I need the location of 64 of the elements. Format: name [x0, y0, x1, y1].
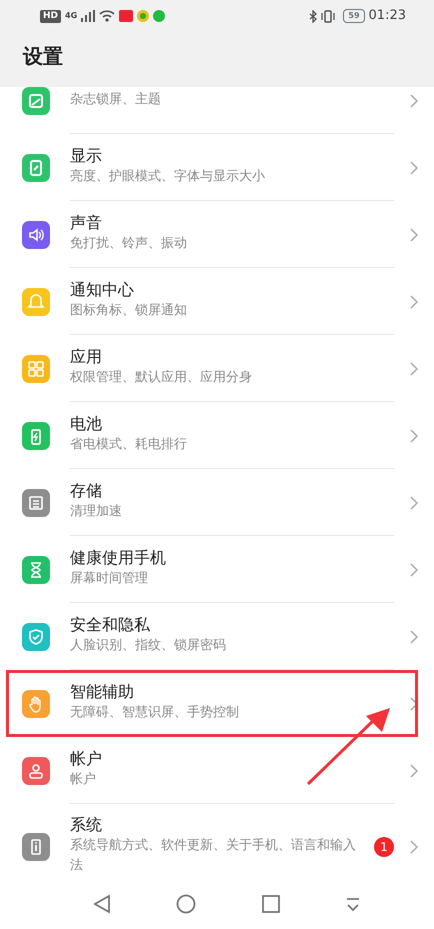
dropdown-icon — [345, 895, 362, 913]
row-title: 健康使用手机 — [70, 548, 167, 569]
battery-indicator: 59 — [343, 9, 365, 23]
row-title: 应用 — [70, 347, 103, 368]
chevron-icon — [410, 228, 418, 242]
settings-row[interactable]: 电池 省电模式、耗电排行 — [0, 402, 434, 469]
hd-label: HD — [40, 10, 62, 22]
settings-row[interactable]: 声音 免打扰、铃声、振动 — [0, 201, 434, 268]
settings-row[interactable]: 存储 清理加速 — [0, 469, 434, 536]
chevron-icon — [410, 630, 418, 644]
settings-row[interactable]: 显示 亮度、护眼模式、字体与显示大小 — [0, 134, 434, 201]
chevron-icon — [410, 362, 418, 376]
row-subtitle: 免打扰、铃声、振动 — [70, 235, 188, 253]
settings-row[interactable]: 安全和隐私 人脸识别、指纹、锁屏密码 — [0, 603, 434, 670]
back-icon — [92, 894, 111, 914]
settings-row[interactable]: 通知中心 图标角标、锁屏通知 — [0, 268, 434, 335]
row-subtitle: 人脸识别、指纹、锁屏密码 — [70, 637, 227, 655]
chevron-icon — [410, 160, 418, 174]
bluetooth-icon — [309, 10, 318, 22]
app-icon — [153, 10, 166, 22]
row-title: 帐户 — [70, 749, 103, 770]
wifi-icon — [99, 10, 116, 22]
chevron-icon — [410, 764, 418, 778]
row-subtitle: 权限管理、默认应用、应用分身 — [70, 369, 253, 387]
row-title: 系统 — [70, 814, 103, 836]
row-title: 安全和隐私 — [70, 615, 151, 636]
home-icon — [176, 894, 196, 914]
row-subtitle: 无障碍、智慧识屏、手势控制 — [70, 704, 240, 722]
row-title: 电池 — [70, 414, 103, 435]
row-title: 声音 — [70, 213, 103, 234]
settings-row[interactable]: 杂志锁屏、主题 — [0, 87, 434, 134]
row-subtitle: 亮度、护眼模式、字体与显示大小 — [70, 168, 266, 186]
row-title: 存储 — [70, 481, 103, 502]
row-subtitle: 系统导航方式、软件更新、关于手机、语言和输入法 — [70, 836, 357, 876]
settings-row[interactable]: 健康使用手机 屏幕时间管理 — [0, 536, 434, 603]
row-title: 通知中心 — [70, 280, 135, 301]
row-subtitle: 帐户 — [70, 771, 97, 789]
settings-row[interactable]: 帐户 帐户 — [0, 737, 434, 804]
app-icon — [137, 10, 150, 22]
chevron-icon — [410, 696, 418, 710]
chevron-icon — [410, 496, 418, 510]
row-subtitle: 屏幕时间管理 — [70, 570, 149, 588]
chevron-icon — [410, 294, 418, 308]
signal-icon — [81, 10, 96, 22]
app-icon — [119, 10, 134, 22]
clock-time: 01:23 — [368, 7, 406, 26]
row-title: 显示 — [70, 146, 103, 167]
page-title: 设置 — [23, 44, 64, 68]
notification-badge: 1 — [374, 836, 394, 856]
vibrate-icon — [321, 10, 336, 22]
settings-row[interactable]: 应用 权限管理、默认应用、应用分身 — [0, 335, 434, 402]
row-title: 智能辅助 — [70, 682, 135, 703]
settings-row[interactable]: 系统 系统导航方式、软件更新、关于手机、语言和输入法 1 — [0, 804, 434, 879]
row-subtitle: 杂志锁屏、主题 — [70, 90, 162, 109]
row-subtitle: 清理加速 — [70, 503, 123, 521]
settings-row[interactable]: 智能辅助 无障碍、智慧识屏、手势控制 — [0, 670, 434, 737]
chevron-icon — [410, 562, 418, 576]
chevron-icon — [410, 840, 418, 854]
row-subtitle: 省电模式、耗电排行 — [70, 436, 188, 454]
row-subtitle: 图标角标、锁屏通知 — [70, 302, 188, 320]
chevron-icon — [410, 94, 418, 108]
network-label: 4G — [65, 10, 78, 22]
chevron-icon — [410, 428, 418, 442]
recents-icon — [262, 895, 280, 913]
